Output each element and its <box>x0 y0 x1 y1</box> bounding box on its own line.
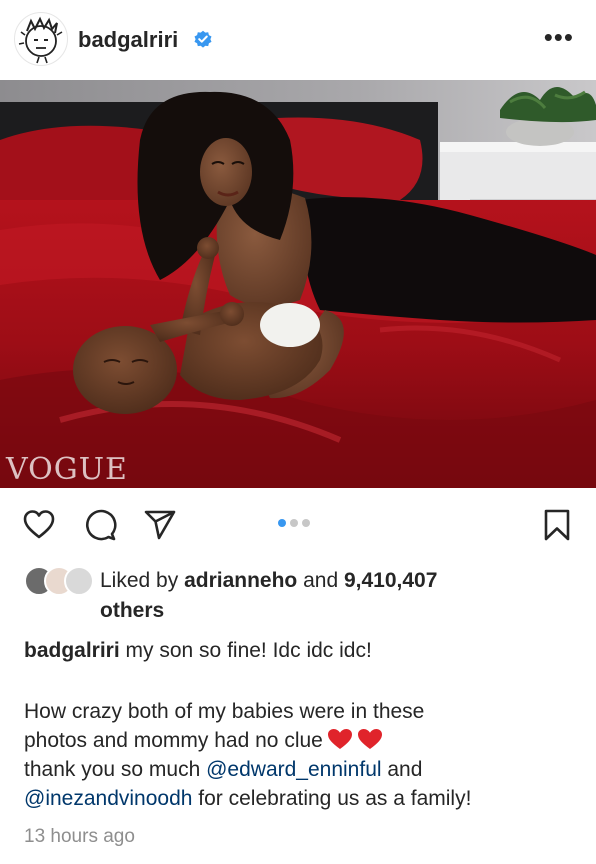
photo-illustration <box>0 80 596 488</box>
likes-prefix: Liked by <box>100 569 185 592</box>
liker-avatar <box>64 566 94 596</box>
post-header: badgalriri ••• <box>0 0 596 80</box>
likes-summary: Liked by adrianneho and 9,410,407 others <box>24 566 584 626</box>
likes-suffix[interactable]: others <box>100 599 164 622</box>
post-username[interactable]: badgalriri <box>78 27 178 53</box>
caption-first-line: badgalriri my son so fine! Idc idc idc! <box>24 636 584 665</box>
post-actions-bar <box>0 500 596 550</box>
liker-username[interactable]: adrianneho <box>184 569 297 592</box>
carousel-indicator <box>278 518 310 528</box>
red-heart-emoji-icon <box>327 729 352 749</box>
caption-line: for celebrating us as a family! <box>192 787 472 810</box>
caption-text: my son so fine! Idc idc idc! <box>119 639 372 662</box>
post-caption: badgalriri my son so fine! Idc idc idc! … <box>24 636 584 813</box>
caption-username[interactable]: badgalriri <box>24 639 120 662</box>
liker-avatars[interactable] <box>24 566 94 596</box>
mention-link[interactable]: @edward_enninful <box>206 758 381 781</box>
more-options-icon[interactable]: ••• <box>544 24 574 50</box>
comment-icon[interactable] <box>83 508 117 542</box>
likes-text[interactable]: Liked by adrianneho and 9,410,407 others <box>100 566 580 626</box>
carousel-dot <box>290 519 298 527</box>
likes-count[interactable]: 9,410,407 <box>344 569 437 592</box>
red-heart-emoji-icon <box>357 729 382 749</box>
carousel-dot <box>302 519 310 527</box>
share-icon[interactable] <box>143 508 177 542</box>
caption-line: How crazy both of my babies were in thes… <box>24 700 425 723</box>
caption-line: and <box>381 758 423 781</box>
caption-paragraph: How crazy both of my babies were in thes… <box>24 697 584 813</box>
likes-middle: and <box>297 569 344 592</box>
mention-link[interactable]: @inezandvinoodh <box>24 787 192 810</box>
carousel-dot-active <box>278 519 286 527</box>
post-photo[interactable]: VOGUE <box>0 80 596 488</box>
post-timestamp[interactable]: 13 hours ago <box>24 826 135 848</box>
profile-avatar[interactable] <box>14 12 68 66</box>
avatar-sketch-icon <box>18 16 63 64</box>
verified-badge-icon <box>194 30 212 48</box>
heart-icon[interactable] <box>22 508 56 542</box>
caption-line: thank you so much <box>24 758 207 781</box>
caption-line: photos and mommy had no clue <box>24 729 323 752</box>
bookmark-icon[interactable] <box>540 508 574 542</box>
vogue-watermark: VOGUE <box>6 452 128 487</box>
